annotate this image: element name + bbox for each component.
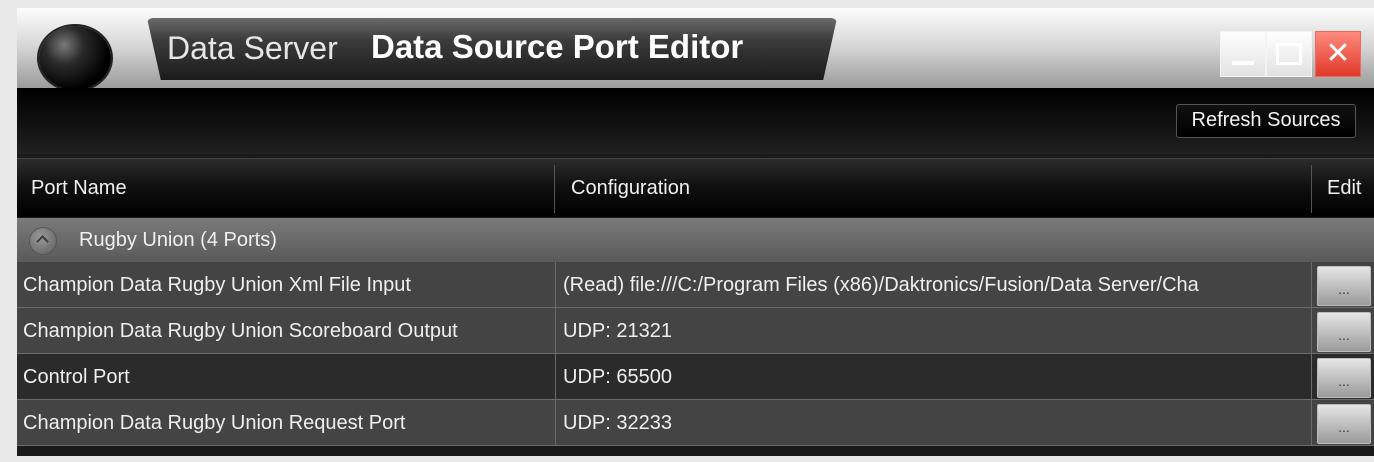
- minimize-button[interactable]: [1220, 31, 1266, 77]
- title-bar: Data Server Data Source Port Editor ✕: [17, 8, 1374, 90]
- port-name-cell: Champion Data Rugby Union Scoreboard Out…: [23, 320, 458, 342]
- maximize-button[interactable]: [1266, 31, 1312, 77]
- group-row-rugby-union[interactable]: Rugby Union (4 Ports): [17, 218, 1374, 262]
- minimize-icon: [1232, 61, 1254, 65]
- maximize-icon: [1276, 43, 1302, 65]
- refresh-sources-button[interactable]: Refresh Sources: [1176, 104, 1356, 138]
- configuration-cell: UDP: 32233: [563, 412, 672, 434]
- table-row[interactable]: Champion Data Rugby Union Request Port U…: [17, 400, 1374, 446]
- table-row[interactable]: Champion Data Rugby Union Scoreboard Out…: [17, 308, 1374, 354]
- edit-button[interactable]: ...: [1317, 358, 1371, 398]
- edit-button[interactable]: ...: [1317, 312, 1371, 352]
- edit-button[interactable]: ...: [1317, 266, 1371, 306]
- port-name-cell: Control Port: [23, 366, 130, 388]
- configuration-cell: UDP: 21321: [563, 320, 672, 342]
- collapse-chevron-icon[interactable]: [29, 227, 57, 255]
- app-orb-icon[interactable]: [39, 26, 111, 90]
- edit-button[interactable]: ...: [1317, 404, 1371, 444]
- group-label: Rugby Union (4 Ports): [79, 229, 277, 251]
- column-divider[interactable]: [1311, 165, 1312, 213]
- app-name: Data Server: [167, 30, 338, 66]
- window-title: Data Source Port Editor: [371, 28, 744, 65]
- column-header-port-name[interactable]: Port Name: [31, 159, 127, 217]
- main-window: Data Server Data Source Port Editor ✕ Re…: [17, 8, 1374, 456]
- port-name-cell: Champion Data Rugby Union Xml File Input: [23, 274, 411, 296]
- close-icon: ✕: [1325, 37, 1351, 70]
- table-row[interactable]: Control Port UDP: 65500 ...: [17, 354, 1374, 400]
- column-header-edit[interactable]: Edit: [1327, 159, 1361, 217]
- port-name-cell: Champion Data Rugby Union Request Port: [23, 412, 406, 434]
- toolbar: [17, 88, 1374, 154]
- configuration-cell: (Read) file:///C:/Program Files (x86)/Da…: [563, 274, 1199, 296]
- close-button[interactable]: ✕: [1315, 31, 1361, 77]
- configuration-cell: UDP: 65500: [563, 366, 672, 388]
- table-header: Port Name Configuration Edit: [17, 158, 1374, 217]
- table-row[interactable]: Champion Data Rugby Union Xml File Input…: [17, 262, 1374, 308]
- column-divider[interactable]: [554, 165, 555, 213]
- column-header-configuration[interactable]: Configuration: [571, 159, 690, 217]
